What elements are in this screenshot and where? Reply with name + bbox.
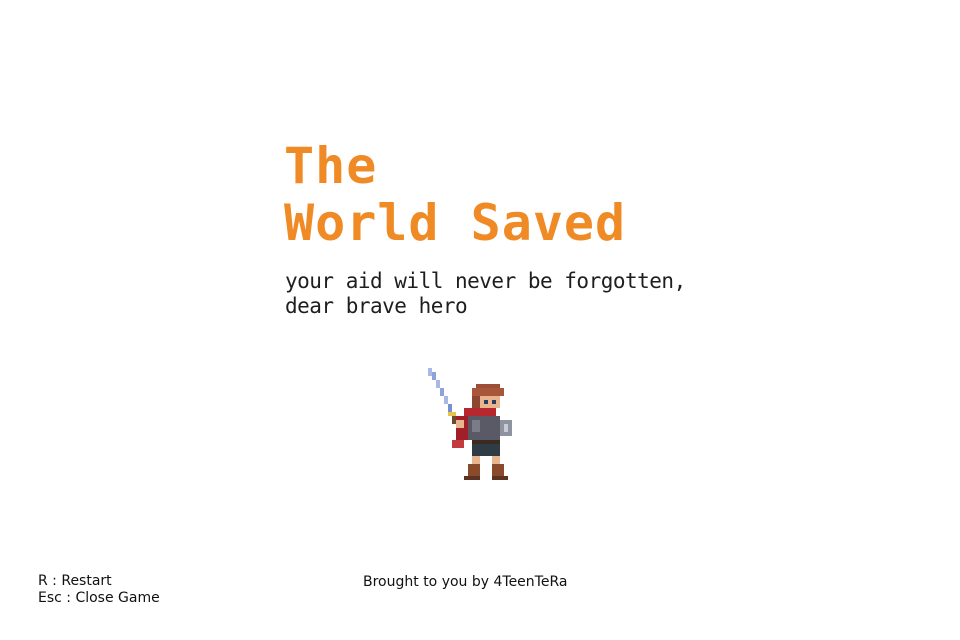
sword-hero-icon: [424, 368, 528, 496]
game-over-screen: The World Saved your aid will never be f…: [0, 0, 960, 640]
credits-text: Brought to you by 4TeenTeRa: [363, 574, 568, 590]
title-line-1: The: [284, 137, 378, 195]
restart-hint: R : Restart: [38, 573, 112, 589]
close-game-hint: Esc : Close Game: [38, 590, 160, 606]
subtitle-line-2: dear brave hero: [285, 294, 468, 318]
subtitle-line-1: your aid will never be forgotten,: [285, 269, 686, 293]
title-line-2: World Saved: [284, 194, 627, 252]
